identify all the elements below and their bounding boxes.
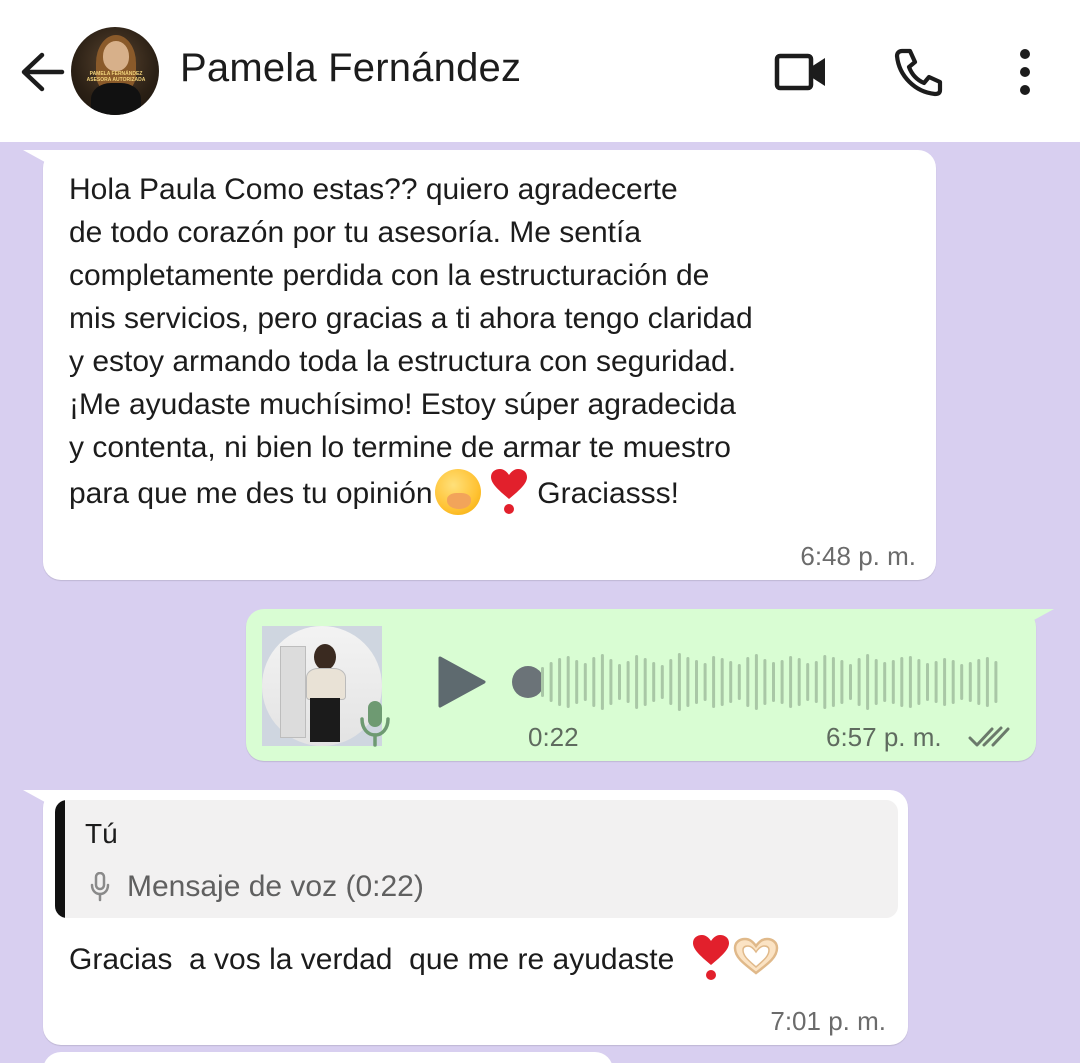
waveform-bar xyxy=(575,660,579,704)
waveform-bar xyxy=(686,657,690,707)
heart-emoji-icon xyxy=(490,469,527,514)
waveform-bar xyxy=(618,664,621,700)
waveform-bar xyxy=(994,661,998,703)
waveform-bar xyxy=(677,653,681,711)
message-bubble-incoming[interactable]: Hola Paula Como estas?? quiero agradecer… xyxy=(23,150,936,580)
waveform-bar xyxy=(926,663,929,701)
quoted-author: Tú xyxy=(85,818,118,849)
waveform-bar xyxy=(917,659,921,705)
waveform-bar xyxy=(669,659,673,705)
waveform-bar xyxy=(609,659,613,705)
waveform-bar xyxy=(780,660,784,704)
back-arrow-icon[interactable] xyxy=(18,46,66,98)
waveform-bar xyxy=(891,660,895,704)
message-bubble-incoming-partial[interactable] xyxy=(43,1052,613,1063)
heart-hands-emoji-icon xyxy=(733,937,779,975)
quoted-reply[interactable]: Tú Mensaje de voz (0:22) xyxy=(55,800,898,918)
waveform-bar xyxy=(831,657,835,707)
waveform-bar xyxy=(635,655,639,709)
avatar-caption: PAMELA FERNÁNDEZ ASESORA AUTORIZADA xyxy=(86,71,146,83)
waveform-bar xyxy=(754,654,758,710)
waveform-bar xyxy=(943,658,947,706)
message-bubble-incoming[interactable]: Tú Mensaje de voz (0:22) Gracias a vos l… xyxy=(23,790,908,1045)
message-text: Hola Paula Como estas?? quiero agradecer… xyxy=(69,168,909,515)
waveform-bar xyxy=(797,658,801,706)
waveform-bar xyxy=(720,658,724,706)
waveform-bar xyxy=(600,654,604,710)
waveform-bar xyxy=(814,661,818,703)
more-vert-icon[interactable] xyxy=(1010,48,1040,96)
message-time: 6:48 p. m. xyxy=(800,541,916,571)
microphone-icon xyxy=(358,697,392,749)
phone-icon[interactable] xyxy=(893,46,945,98)
waveform-bar xyxy=(985,657,989,707)
waveform-bar xyxy=(806,663,810,701)
video-call-icon[interactable] xyxy=(774,52,828,92)
message-time: 6:57 p. m. xyxy=(826,722,942,752)
waveform-bar xyxy=(960,664,964,700)
waveform-bar xyxy=(900,657,904,707)
waveform-bar xyxy=(737,664,741,700)
chat-header: PAMELA FERNÁNDEZ ASESORA AUTORIZADA Pame… xyxy=(0,0,1080,142)
waveform-bar xyxy=(772,662,775,702)
message-time: 7:01 p. m. xyxy=(770,1006,886,1036)
waveform-bar xyxy=(660,665,664,699)
message-text-body: Gracias a vos la verdad que me re ayudas… xyxy=(69,943,675,976)
waveform-bar xyxy=(908,656,912,708)
waveform-bar xyxy=(823,655,827,709)
waveform-bar xyxy=(951,660,955,704)
waveform-bar xyxy=(626,661,630,703)
waveform-bar xyxy=(558,658,562,706)
waveform-bar xyxy=(968,662,972,702)
double-check-read-icon xyxy=(968,726,1010,747)
microphone-icon xyxy=(90,872,110,902)
waveform-bar xyxy=(763,659,767,705)
waveform-bar xyxy=(840,660,844,704)
waveform-bar xyxy=(883,662,887,702)
waveform-bar xyxy=(549,662,553,702)
waveform-bar xyxy=(703,663,707,701)
waveform-bar xyxy=(643,658,647,706)
waveform-bar xyxy=(977,659,981,705)
waveform-bar xyxy=(583,663,587,701)
waveform-bar xyxy=(934,661,938,703)
message-text-end: Graciasss! xyxy=(537,477,679,510)
waveform-bar xyxy=(789,656,793,708)
heart-emoji-icon xyxy=(693,935,729,980)
voice-waveform[interactable] xyxy=(540,648,1002,716)
waveform-bar xyxy=(592,657,596,707)
waveform-bar xyxy=(849,664,852,700)
waveform-bar xyxy=(874,659,878,705)
waveform-bar xyxy=(866,654,870,710)
voice-duration: 0:22 xyxy=(528,722,579,752)
hand-over-mouth-emoji-icon xyxy=(434,469,481,515)
play-icon[interactable] xyxy=(436,654,488,710)
contact-name[interactable]: Pamela Fernández xyxy=(180,46,521,91)
waveform-bar xyxy=(746,657,750,707)
message-text-body: Hola Paula Como estas?? quiero agradecer… xyxy=(69,173,753,510)
waveform-bar xyxy=(857,658,861,706)
waveform-bar xyxy=(541,667,544,697)
waveform-bar xyxy=(566,656,570,708)
waveform-bar xyxy=(729,661,733,703)
quoted-text: Mensaje de voz (0:22) xyxy=(127,870,424,903)
waveform-bar xyxy=(695,660,698,704)
contact-avatar[interactable]: PAMELA FERNÁNDEZ ASESORA AUTORIZADA xyxy=(71,27,159,115)
message-text: Gracias a vos la verdad que me re ayudas… xyxy=(69,935,781,981)
waveform-bar xyxy=(652,662,656,702)
waveform-bar xyxy=(712,656,716,708)
